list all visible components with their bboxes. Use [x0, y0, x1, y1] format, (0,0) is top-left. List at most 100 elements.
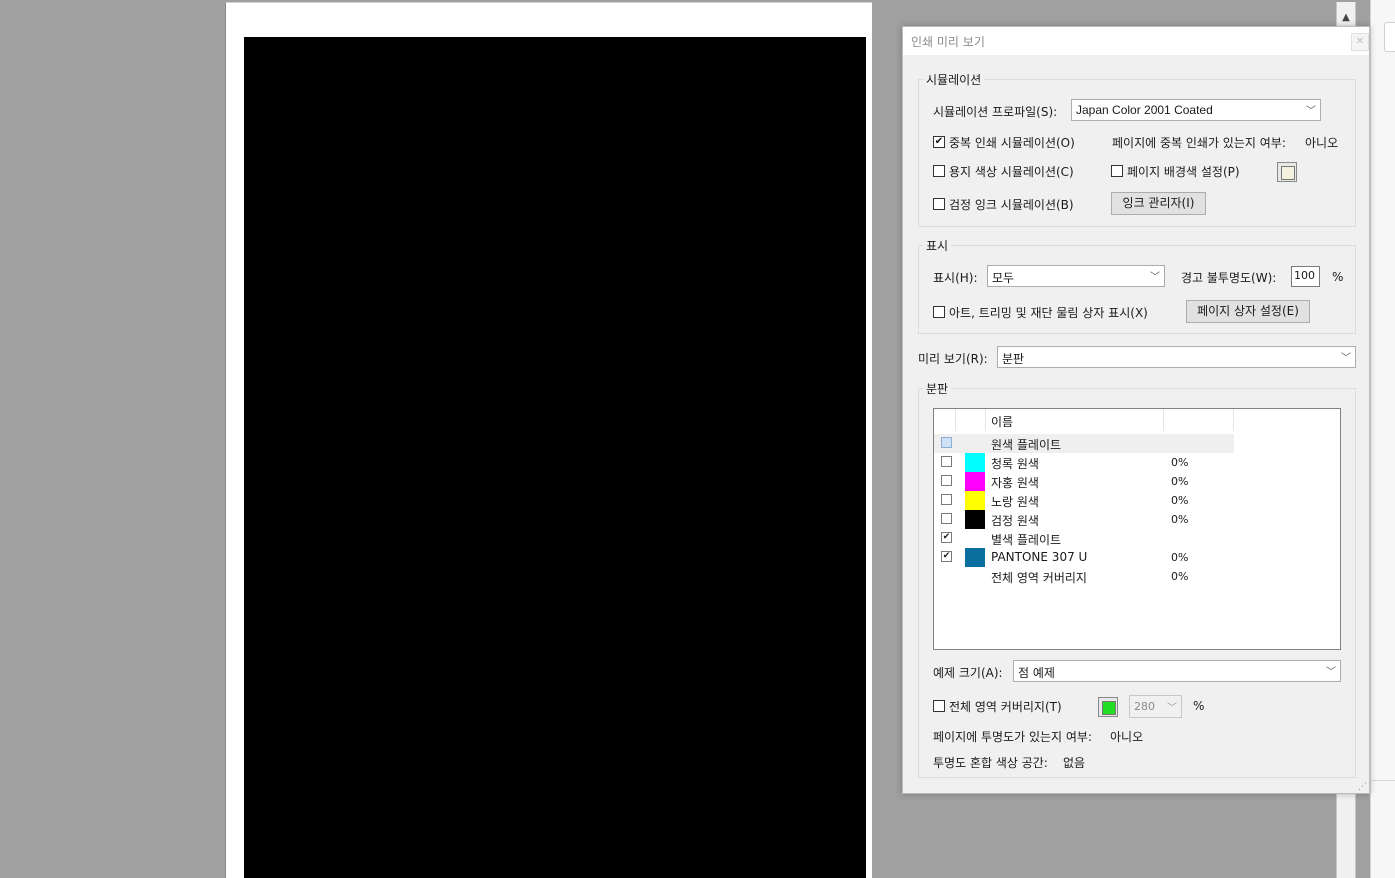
separation-visibility-checkbox[interactable] — [941, 475, 952, 486]
simulation-profile-value: Japan Color 2001 Coated — [1076, 103, 1213, 117]
separation-visibility-checkbox[interactable]: ✔ — [941, 532, 952, 543]
column-header-name[interactable]: 이름 — [986, 409, 1164, 431]
dialog-title: 인쇄 미리 보기 — [911, 35, 985, 49]
separation-coverage: 0% — [1171, 513, 1189, 526]
separation-visibility-checkbox[interactable] — [941, 513, 952, 524]
show-dropdown[interactable]: 모두 ﹀ — [987, 265, 1165, 287]
close-icon[interactable]: ✕ — [1351, 33, 1369, 51]
page-bg-label: 페이지 배경색 설정(P) — [1127, 165, 1240, 179]
page-has-overprint-value: 아니오 — [1305, 136, 1339, 150]
separation-color-swatch — [965, 510, 985, 529]
overprint-label: 중복 인쇄 시뮬레이션(O) — [949, 136, 1075, 150]
right-side-panel — [1370, 0, 1395, 878]
separation-name: 청록 원색 — [991, 457, 1039, 471]
page-bg-checkbox[interactable] — [1111, 165, 1123, 177]
chevron-down-icon: ﹀ — [1306, 106, 1316, 117]
column-name-label: 이름 — [991, 415, 1014, 429]
blend-space-label: 투명도 혼합 색상 공간: — [933, 756, 1048, 770]
separation-visibility-checkbox[interactable]: ✔ — [941, 551, 952, 562]
transparency-has-value: 아니오 — [1110, 730, 1144, 744]
separation-row[interactable]: 원색 플레이트 — [934, 434, 1234, 453]
simulation-legend: 시뮬레이션 — [923, 71, 985, 88]
paper-color-checkbox[interactable] — [933, 165, 945, 177]
separation-name: PANTONE 307 U — [991, 550, 1088, 564]
preview-label: 미리 보기(R): — [918, 352, 988, 366]
chevron-down-icon: ﹀ — [1341, 353, 1351, 364]
display-legend: 표시 — [923, 237, 952, 254]
scroll-up-arrow-icon[interactable]: ▲ — [1336, 8, 1356, 28]
separation-coverage: 0% — [1171, 570, 1189, 583]
total-coverage-label: 전체 영역 커버리지(T) — [949, 700, 1062, 714]
separation-visibility-checkbox[interactable] — [941, 494, 952, 505]
separation-row[interactable]: 자홍 원색 0% — [934, 472, 1340, 491]
separation-name: 노랑 원색 — [991, 495, 1039, 509]
art-trim-checkbox[interactable] — [933, 306, 945, 318]
right-panel-divider — [1370, 780, 1395, 781]
coverage-color-swatch — [1102, 701, 1116, 715]
warning-opacity-percent: % — [1332, 270, 1344, 284]
separations-list[interactable]: 이름 원색 플레이트청록 원색 0% 자홍 원색 0% 노랑 원색 0% 검정 원색 0% ✔ 별… — [933, 408, 1341, 650]
separation-row[interactable]: ✔ PANTONE 307 U 0% — [934, 548, 1340, 567]
separation-row[interactable]: ✔ 별색 플레이트 — [934, 529, 1340, 548]
coverage-color-button[interactable] — [1098, 697, 1118, 717]
separation-color-swatch — [965, 548, 985, 567]
separation-coverage: 0% — [1171, 494, 1189, 507]
column-header-check — [934, 409, 956, 431]
page-bg-color-swatch — [1281, 166, 1295, 180]
warning-opacity-input[interactable]: 100 — [1291, 266, 1320, 287]
dialog-titlebar[interactable]: 인쇄 미리 보기 ✕ — [903, 27, 1369, 55]
sample-size-dropdown[interactable]: 점 예제 ﹀ — [1013, 660, 1341, 682]
ink-manager-button[interactable]: 잉크 관리자(I) — [1111, 192, 1206, 215]
column-header-color — [956, 409, 986, 431]
separation-row[interactable]: 전체 영역 커버리지 0% — [934, 567, 1340, 586]
resize-grip-icon[interactable]: ⋰ — [1358, 782, 1367, 792]
separation-visibility-checkbox[interactable] — [941, 456, 952, 467]
transparency-has-label: 페이지에 투명도가 있는지 여부: — [933, 730, 1093, 744]
separation-color-swatch — [965, 472, 985, 491]
art-trim-label: 아트, 트리밍 및 재단 물림 상자 표시(X) — [949, 306, 1148, 320]
right-panel-toggle-button[interactable] — [1384, 22, 1395, 52]
page-box-settings-button[interactable]: 페이지 상자 설정(E) — [1186, 300, 1310, 323]
simulation-profile-dropdown[interactable]: Japan Color 2001 Coated ﹀ — [1071, 99, 1321, 121]
page-bg-color-button[interactable] — [1277, 162, 1297, 182]
separations-legend: 분판 — [923, 380, 952, 397]
separation-name: 자홍 원색 — [991, 476, 1039, 490]
sample-size-label: 예제 크기(A): — [933, 666, 1003, 680]
total-coverage-checkbox[interactable] — [933, 700, 945, 712]
print-preview-dialog: 인쇄 미리 보기 ✕ 시뮬레이션 시뮬레이션 프로파일(S): Japan Co… — [902, 26, 1370, 794]
coverage-value: 280 — [1134, 700, 1155, 713]
page-artwork — [244, 37, 866, 878]
separation-row[interactable]: 노랑 원색 0% — [934, 491, 1340, 510]
simulation-profile-label: 시뮬레이션 프로파일(S): — [933, 105, 1058, 119]
separation-name: 전체 영역 커버리지 — [991, 571, 1087, 585]
black-ink-label: 검정 잉크 시뮬레이션(B) — [949, 198, 1074, 212]
separation-name: 검정 원색 — [991, 514, 1039, 528]
separation-row[interactable]: 청록 원색 0% — [934, 453, 1340, 472]
show-label: 표시(H): — [933, 271, 978, 285]
overprint-checkbox[interactable]: ✔ — [933, 136, 945, 148]
warning-opacity-value: 100 — [1294, 269, 1315, 282]
black-ink-checkbox[interactable] — [933, 198, 945, 210]
separation-coverage: 0% — [1171, 456, 1189, 469]
column-header-coverage[interactable] — [1164, 409, 1234, 431]
separation-visibility-checkbox[interactable] — [941, 437, 952, 448]
warning-opacity-label: 경고 불투명도(W): — [1181, 271, 1277, 285]
separation-row[interactable]: 검정 원색 0% — [934, 510, 1340, 529]
page-has-overprint-label: 페이지에 중복 인쇄가 있는지 여부: — [1112, 136, 1286, 150]
separation-coverage: 0% — [1171, 475, 1189, 488]
preview-dropdown[interactable]: 분판 ﹀ — [997, 346, 1356, 368]
show-value: 모두 — [992, 271, 1015, 285]
coverage-value-combo[interactable]: 280 ﹀ — [1129, 695, 1182, 718]
preview-value: 분판 — [1002, 352, 1025, 366]
chevron-down-icon: ﹀ — [1167, 703, 1177, 714]
separation-coverage: 0% — [1171, 551, 1189, 564]
coverage-percent: % — [1193, 699, 1205, 713]
blend-space-value: 없음 — [1063, 756, 1086, 770]
sample-size-value: 점 예제 — [1018, 666, 1055, 680]
paper-color-label: 용지 색상 시뮬레이션(C) — [949, 165, 1074, 179]
chevron-down-icon: ﹀ — [1150, 272, 1160, 283]
chevron-down-icon: ﹀ — [1326, 667, 1336, 678]
separation-color-swatch — [965, 491, 985, 510]
separation-name: 별색 플레이트 — [991, 533, 1062, 547]
separation-name: 원색 플레이트 — [991, 438, 1062, 452]
